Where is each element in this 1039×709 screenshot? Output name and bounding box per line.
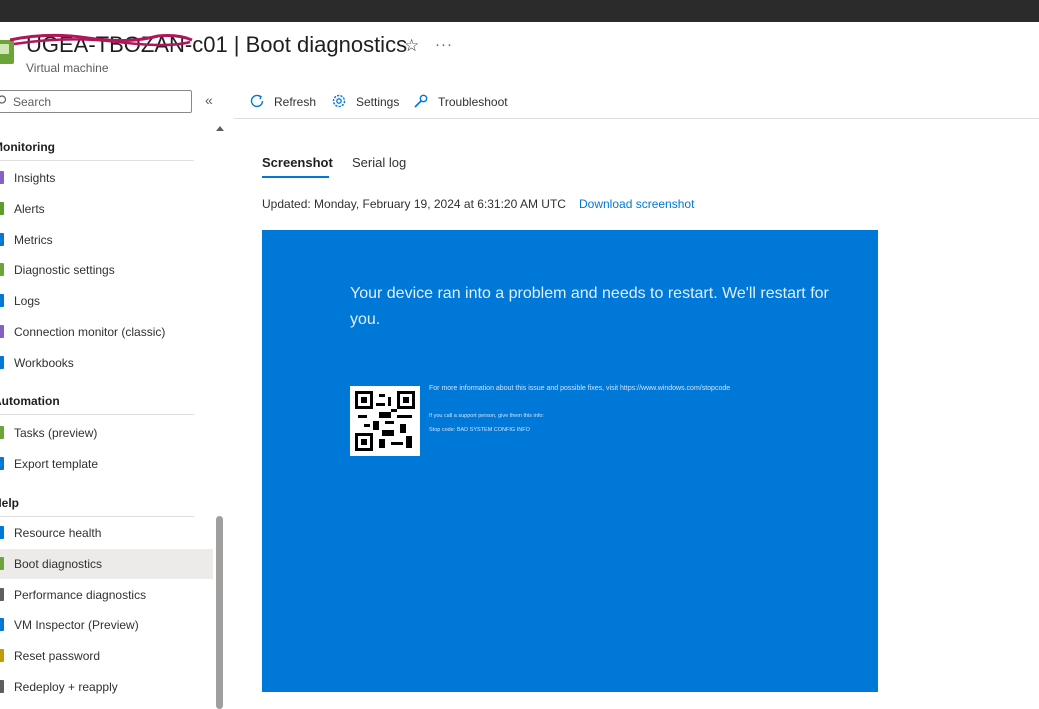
connection-monitor-classic-icon <box>0 325 4 338</box>
sidebar-item-alerts[interactable]: Alerts <box>0 194 213 224</box>
sidebar-item-tasks-preview[interactable]: Tasks (preview) <box>0 418 213 448</box>
sidebar-item-label: Metrics <box>14 232 53 247</box>
insights-icon <box>0 171 4 184</box>
sidebar-item-boot-diagnostics[interactable]: Boot diagnostics <box>0 548 213 579</box>
troubleshoot-button[interactable]: Troubleshoot <box>412 88 512 114</box>
sidebar-item-label: Alerts <box>14 201 45 216</box>
sidebar-item-label: Boot diagnostics <box>14 556 103 571</box>
wrench-icon <box>414 94 428 108</box>
workbooks-icon <box>0 355 4 369</box>
scroll-up-arrow-icon[interactable] <box>216 126 224 131</box>
settings-label: Settings <box>356 95 400 109</box>
bsod-support-text: If you call a support person, give them … <box>429 413 544 419</box>
sidebar-item-logs[interactable]: Logs <box>0 286 213 316</box>
tasks-preview-icon <box>0 426 4 439</box>
sidebar-item-label: Diagnostic settings <box>14 263 115 278</box>
reset-password-icon <box>0 649 4 663</box>
more-options-icon[interactable]: ··· <box>435 36 453 53</box>
star-icon[interactable]: ☆ <box>404 36 419 56</box>
performance-diagnostics-icon <box>0 587 4 601</box>
sidebar-item-export-template[interactable]: Export template <box>0 449 213 479</box>
tab-serial-log[interactable]: Serial log <box>352 155 406 170</box>
sidebar-item-connection-monitor-classic[interactable]: Connection monitor (classic) <box>0 317 213 347</box>
resource-type-subtitle: Virtual machine <box>26 61 109 75</box>
alerts-icon <box>0 201 4 215</box>
refresh-button[interactable]: Refresh <box>248 88 320 114</box>
search-icon <box>0 95 7 104</box>
sidebar-group-divider <box>0 160 194 161</box>
top-bar <box>0 0 1039 22</box>
export-template-icon <box>0 456 4 470</box>
sidebar-group-divider <box>0 516 194 517</box>
qr-code-image <box>350 386 420 456</box>
sidebar-group-monitoring: Monitoring <box>0 140 55 154</box>
sidebar-item-label: Connection monitor (classic) <box>14 325 166 339</box>
sidebar-item-label: Reset password <box>14 649 101 664</box>
bsod-stop-code: Stop code: BAD SYSTEM CONFIG INFO <box>429 427 530 433</box>
updated-timestamp: Updated: Monday, February 19, 2024 at 6:… <box>262 197 566 211</box>
boot-screenshot: Your device ran into a problem and needs… <box>262 230 878 692</box>
page-title: UGEA-TBOZAN-c01 | Boot diagnostics <box>26 32 408 57</box>
sidebar-item-label: Insights <box>14 171 56 185</box>
collapse-sidebar-icon[interactable]: « <box>205 92 213 108</box>
search-input[interactable] <box>13 93 183 110</box>
sidebar-item-insights[interactable]: Insights <box>0 163 213 193</box>
sidebar-group-divider <box>0 414 194 415</box>
resource-health-icon <box>0 526 4 539</box>
sidebar-item-label: Performance diagnostics <box>14 587 147 602</box>
download-screenshot-link[interactable]: Download screenshot <box>579 197 694 211</box>
sidebar-group-help: Help <box>0 496 20 510</box>
virtual-machine-icon <box>0 40 14 64</box>
settings-button[interactable]: Settings <box>330 88 402 114</box>
sidebar-group-automation: Automation <box>0 394 60 408</box>
sidebar-item-resource-health[interactable]: Resource health <box>0 518 213 548</box>
metrics-icon <box>0 232 4 246</box>
sidebar-item-label: Workbooks <box>14 355 74 370</box>
bsod-info-text: For more information about this issue an… <box>429 385 731 392</box>
refresh-label: Refresh <box>274 95 317 109</box>
boot-diagnostics-icon <box>0 556 4 570</box>
refresh-icon <box>250 94 264 108</box>
sidebar-item-label: Tasks (preview) <box>14 426 98 440</box>
sidebar-item-label: Logs <box>14 294 41 309</box>
scrollbar-thumb[interactable] <box>216 516 223 709</box>
gear-icon <box>332 94 346 108</box>
sidebar-item-performance-diagnostics[interactable]: Performance diagnostics <box>0 580 213 610</box>
bsod-message: Your device ran into a problem and needs… <box>350 285 829 328</box>
sidebar-item-metrics[interactable]: Metrics <box>0 225 213 255</box>
search-box[interactable] <box>0 90 192 113</box>
active-tab-indicator <box>262 176 329 178</box>
sidebar-menu: Monitoring Insights Alerts Metrics Diagnosti… <box>0 122 214 709</box>
sidebar-item-label: Export template <box>14 456 99 471</box>
sidebar-item-reset-password[interactable]: Reset password <box>0 641 213 671</box>
redeploy-reapply-icon <box>0 680 4 693</box>
sidebar-item-label: Resource health <box>14 526 102 540</box>
sidebar-item-workbooks[interactable]: Workbooks <box>0 348 213 378</box>
troubleshoot-label: Troubleshoot <box>438 95 508 109</box>
sidebar-item-diagnostic-settings[interactable]: Diagnostic settings <box>0 255 213 285</box>
sidebar-item-label: VM Inspector (Preview) <box>14 618 139 633</box>
vm-inspector-preview-icon <box>0 618 4 632</box>
command-bar-divider <box>234 118 1039 119</box>
tab-screenshot[interactable]: Screenshot <box>262 155 333 170</box>
sidebar-item-vm-inspector-preview[interactable]: VM Inspector (Preview) <box>0 610 213 640</box>
logs-icon <box>0 294 4 308</box>
sidebar-item-redeploy-reapply[interactable]: Redeploy + reapply <box>0 672 213 702</box>
diagnostic-settings-icon <box>0 263 4 277</box>
sidebar-item-label: Redeploy + reapply <box>14 680 118 694</box>
